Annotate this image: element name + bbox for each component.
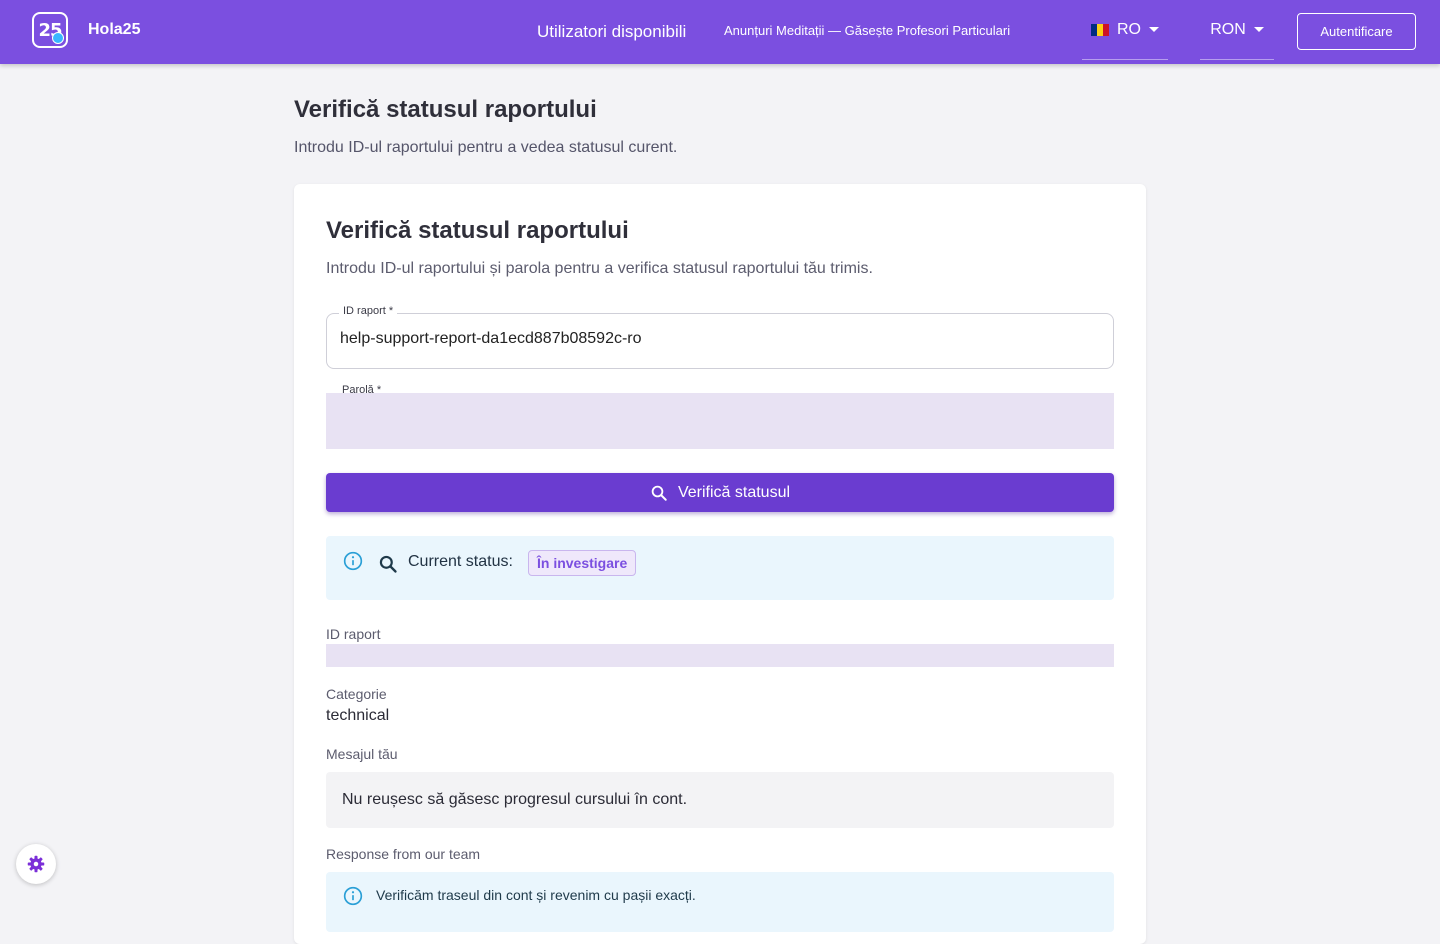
- chevron-down-icon: [1149, 27, 1159, 32]
- romania-flag-icon: [1091, 23, 1109, 36]
- card-title: Verifică statusul raportului: [326, 217, 629, 244]
- message-box: Nu reușesc să găsesc progresul cursului …: [326, 772, 1114, 828]
- nav-link-tutoring-ads[interactable]: Anunțuri Meditații — Găsește Profesori P…: [724, 23, 1010, 38]
- currency-value: RON: [1210, 20, 1246, 38]
- message-label: Mesajul tău: [326, 746, 398, 762]
- report-id-field[interactable]: ID raport *: [326, 305, 1114, 369]
- login-button[interactable]: Autentificare: [1297, 13, 1416, 50]
- response-text: Verificăm traseul din cont și revenim cu…: [376, 887, 696, 903]
- brand-name[interactable]: Hola25: [88, 21, 140, 39]
- language-selector[interactable]: RO: [1082, 0, 1168, 60]
- gear-icon: [27, 855, 45, 873]
- status-badge: În investigare: [528, 550, 637, 576]
- settings-button[interactable]: [16, 844, 56, 884]
- report-status-card: Verifică statusul raportului Introdu ID-…: [294, 184, 1146, 944]
- report-id-input[interactable]: [340, 330, 1080, 348]
- response-label: Response from our team: [326, 846, 481, 862]
- password-label: Parolă *: [342, 384, 382, 394]
- info-icon: [343, 886, 363, 906]
- currency-selector[interactable]: RON: [1200, 0, 1274, 60]
- category-label: Categorie: [326, 686, 387, 702]
- info-icon: [343, 551, 363, 571]
- report-id-detail-label: ID raport: [326, 626, 381, 642]
- search-icon: [379, 555, 397, 573]
- page-title: Verifică statusul raportului: [294, 96, 597, 123]
- logo-badge-icon: [52, 32, 64, 44]
- nav-link-available-users[interactable]: Utilizatori disponibili: [537, 22, 686, 42]
- password-field[interactable]: [326, 393, 1114, 449]
- top-navbar: 25 Hola25 Utilizatori disponibili Anunțu…: [0, 0, 1440, 64]
- report-id-label: ID raport *: [339, 305, 398, 317]
- language-value: RO: [1117, 20, 1141, 38]
- search-icon: [651, 485, 667, 501]
- message-text: Nu reușesc să găsesc progresul cursului …: [342, 791, 688, 808]
- chevron-down-icon: [1253, 27, 1264, 32]
- status-alert: Current status: În investigare: [326, 536, 1114, 600]
- check-status-button[interactable]: Verifică statusul: [326, 473, 1114, 512]
- card-subtitle: Introdu ID-ul raportului și parola pentr…: [326, 260, 873, 277]
- page-subtitle: Introdu ID-ul raportului pentru a vedea …: [294, 139, 678, 156]
- response-alert: Verificăm traseul din cont și revenim cu…: [326, 872, 1114, 932]
- status-label: Current status:: [408, 553, 513, 570]
- category-value: technical: [326, 707, 390, 724]
- report-id-detail-value: [326, 644, 1114, 667]
- logo[interactable]: 25: [32, 12, 68, 48]
- check-status-label: Verifică statusul: [677, 483, 791, 501]
